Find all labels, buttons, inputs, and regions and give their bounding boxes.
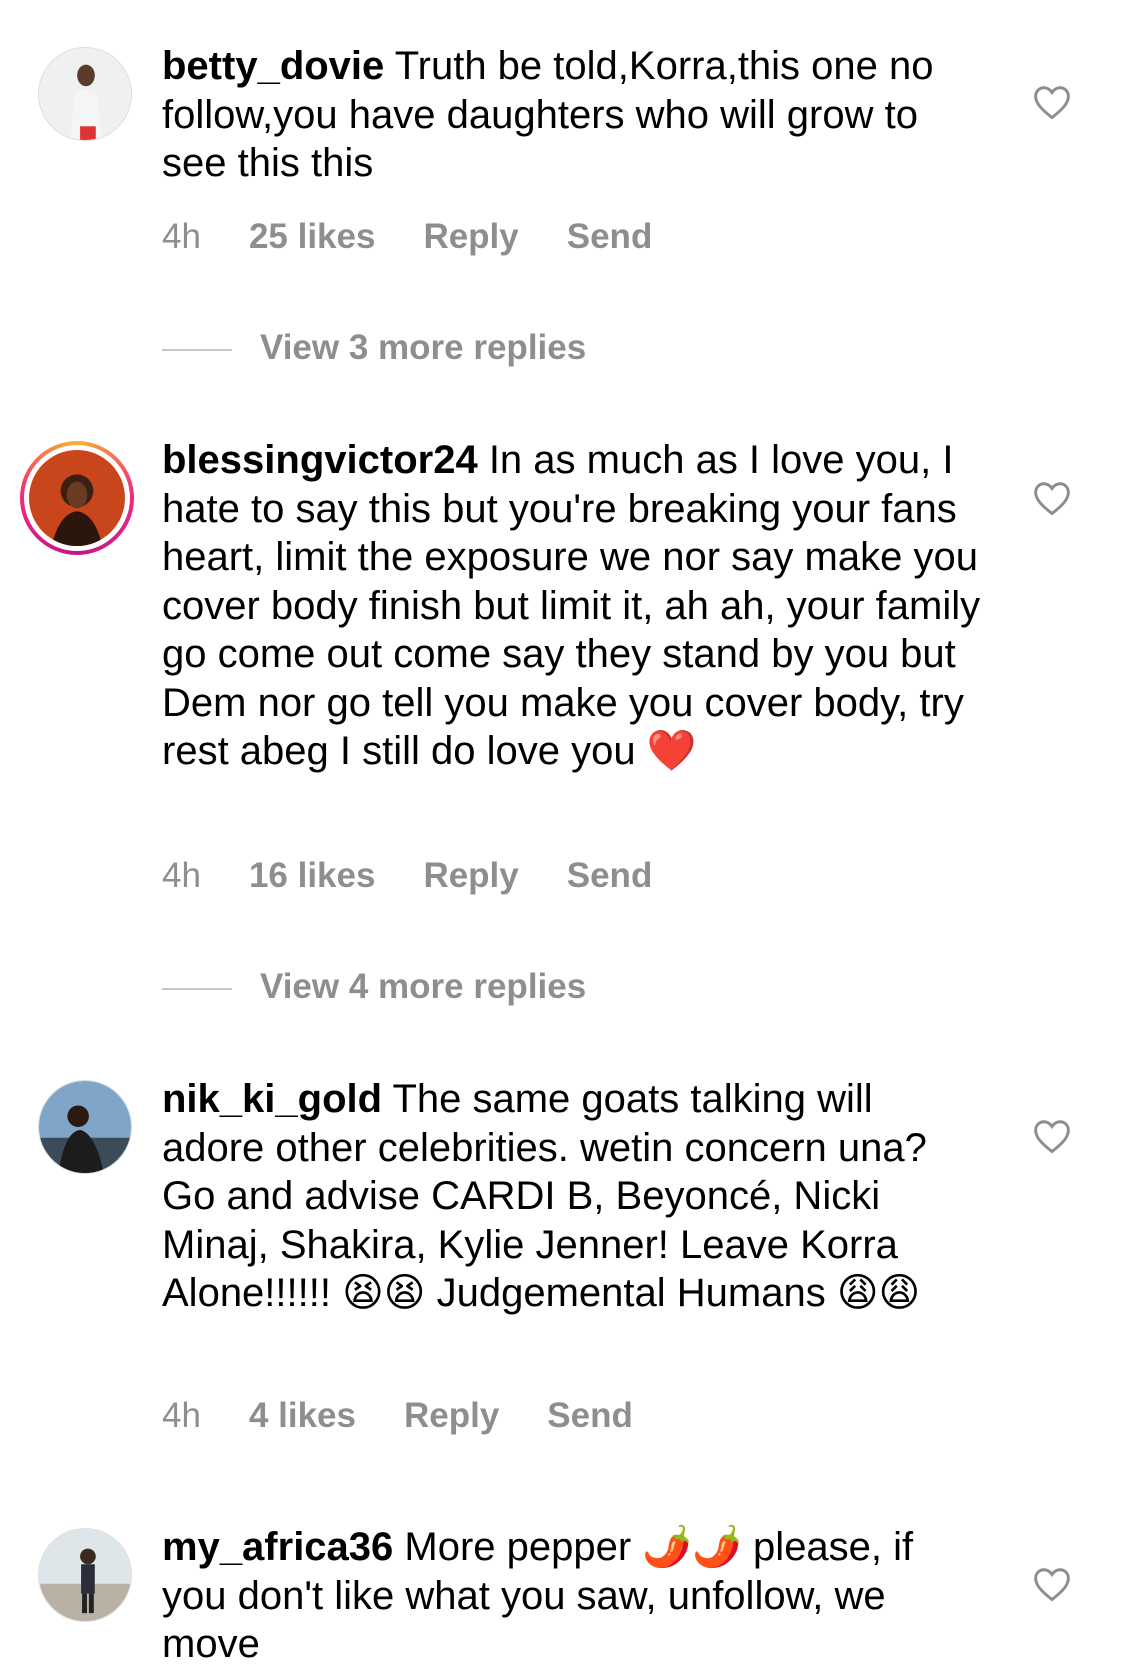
send-button[interactable]: Send [567,856,653,896]
view-replies-label: View 3 more replies [260,328,587,367]
comment-likes[interactable]: 4 likes [249,1396,356,1436]
avatar-image [39,48,131,140]
avatar[interactable] [20,441,134,555]
comment-username[interactable]: nik_ki_gold [162,1077,382,1121]
view-replies-button[interactable]: View 3 more replies [162,328,586,368]
like-heart-icon[interactable] [1032,1118,1072,1154]
view-replies-label: View 4 more replies [260,967,587,1006]
comment-username[interactable]: blessingvictor24 [162,438,478,482]
comment-meta: 4h 16 likes Reply Send [162,856,700,896]
comment-time: 4h [162,1396,201,1435]
comment-meta: 4h 4 likes Reply Send [162,1396,681,1436]
avatar-image [39,1081,131,1173]
comment-time: 4h [162,217,201,256]
comment-body: In as much as I love you, I hate to say … [162,438,981,773]
send-button[interactable]: Send [547,1396,633,1436]
replies-divider [162,987,232,990]
like-heart-icon[interactable] [1032,480,1072,516]
avatar[interactable] [38,47,132,141]
comment-likes[interactable]: 25 likes [249,217,376,257]
comment-username[interactable]: my_africa36 [162,1525,393,1569]
avatar-image [39,1529,131,1621]
replies-divider [162,348,232,351]
comment-username[interactable]: betty_dovie [162,44,384,88]
reply-button[interactable]: Reply [423,217,518,257]
comment-time: 4h [162,856,201,895]
reply-button[interactable]: Reply [423,856,518,896]
comment-text-block: nik_ki_gold The same goats talking will … [162,1075,982,1318]
comment-likes[interactable]: 16 likes [249,856,376,896]
like-heart-icon[interactable] [1032,84,1072,120]
comment-text-block: my_africa36 More pepper 🌶️🌶️ please, if … [162,1523,982,1669]
avatar[interactable] [38,1528,132,1622]
send-button[interactable]: Send [567,217,653,257]
avatar[interactable] [38,1080,132,1174]
comment-meta: 4h 25 likes Reply Send [162,217,700,257]
reply-button[interactable]: Reply [404,1396,499,1436]
comment-text-block: blessingvictor24 In as much as I love yo… [162,436,982,776]
avatar-image [29,450,125,546]
view-replies-button[interactable]: View 4 more replies [162,967,586,1007]
comment-text-block: betty_dovie Truth be told,Korra,this one… [162,42,982,188]
like-heart-icon[interactable] [1032,1566,1072,1602]
